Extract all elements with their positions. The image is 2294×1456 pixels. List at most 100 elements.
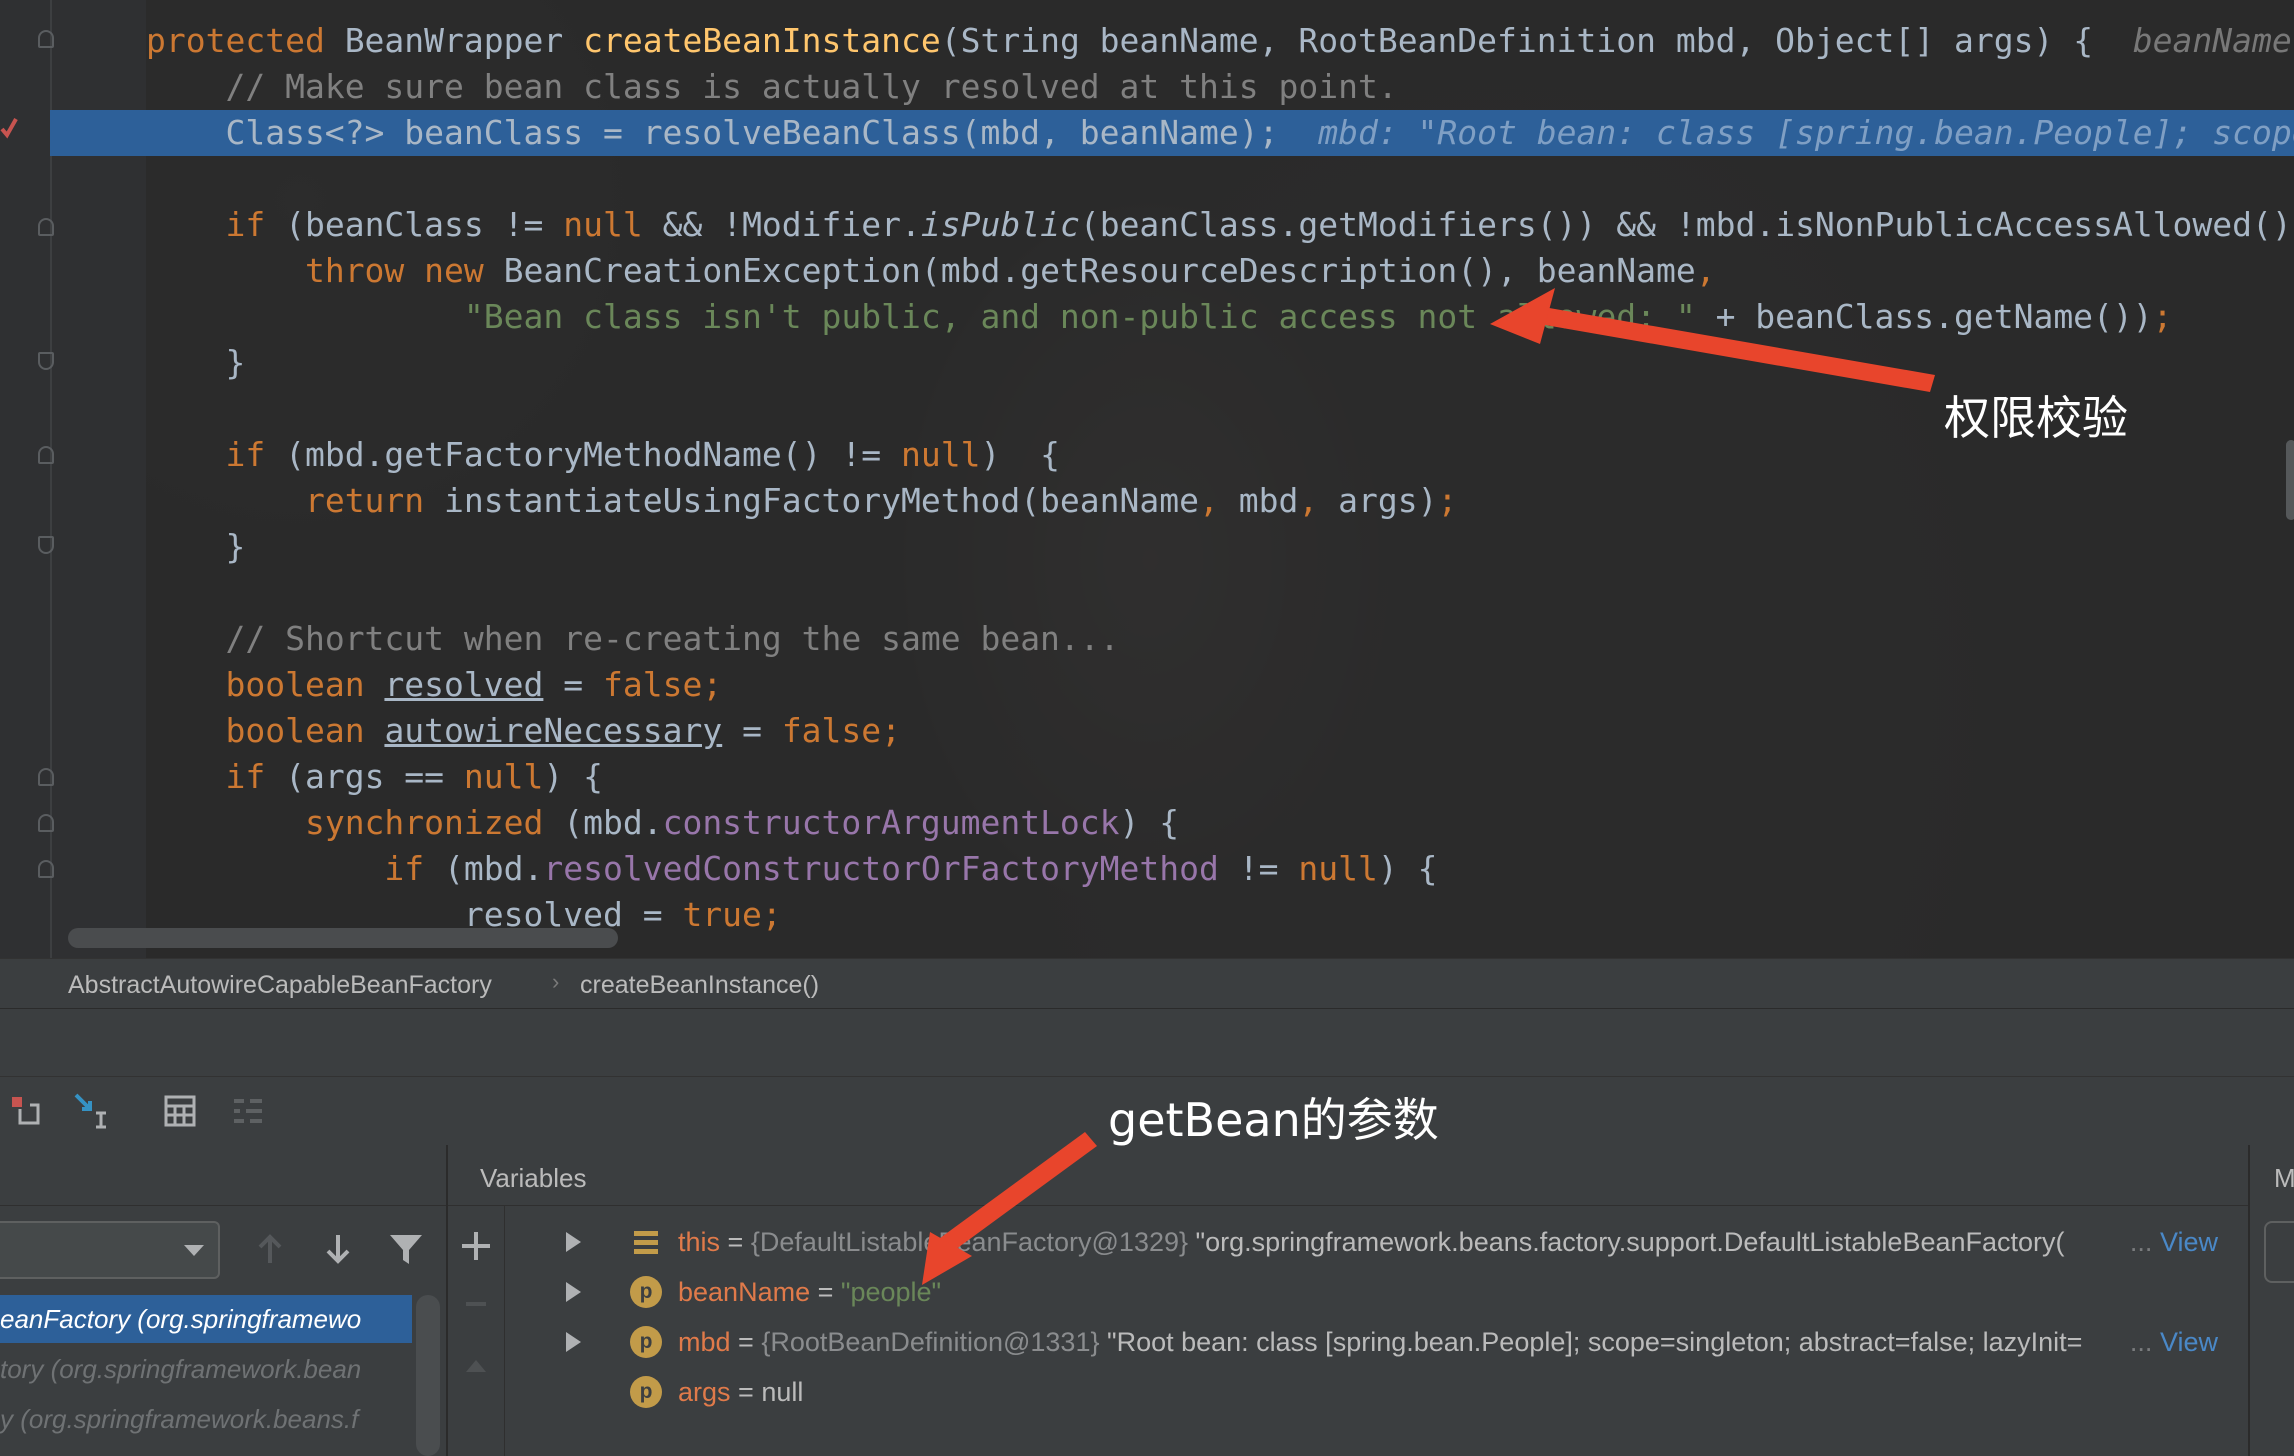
code-line[interactable]: if (beanClass != null && !Modifier.isPub… (146, 202, 2292, 248)
code-token: boolean (225, 711, 385, 750)
chevron-down-icon (184, 1245, 204, 1256)
code-token: (beanClass.getModifiers()) && !mbd.isNon… (1079, 205, 2292, 244)
annotation-permission-check: 权限校验 (1944, 391, 2128, 445)
equals-sign: = (720, 1227, 751, 1257)
expand-arrow-icon[interactable] (566, 1332, 581, 1352)
variable-name: args (678, 1377, 731, 1407)
add-watch-icon[interactable] (458, 1228, 494, 1264)
view-link[interactable]: ... View (2130, 1217, 2218, 1267)
expand-arrow-icon[interactable] (566, 1282, 581, 1302)
tool-window-header (0, 1008, 2294, 1077)
code-line[interactable]: if (mbd.resolvedConstructorOrFactoryMeth… (146, 846, 1437, 892)
filter-icon[interactable] (386, 1229, 426, 1269)
parameter-icon: p (630, 1376, 662, 1408)
frame-row[interactable]: y (org.springframework.beans.f (0, 1395, 412, 1443)
equals-sign: = (810, 1277, 841, 1307)
fold-marker-icon[interactable] (38, 30, 54, 48)
code-line[interactable]: throw new BeanCreationException(mbd.getR… (146, 248, 1716, 294)
frame-row[interactable]: eanFactory (org.springframewo (0, 1295, 412, 1343)
field-list-icon (634, 1231, 658, 1254)
frame-row[interactable]: tory (org.springframework.bean (0, 1345, 412, 1393)
current-execution-line[interactable]: Class<?> beanClass = resolveBeanClass(mb… (50, 110, 2294, 156)
code-line[interactable]: } (146, 524, 245, 570)
equals-sign: = (730, 1377, 762, 1407)
variable-row-args[interactable]: p args = null (506, 1367, 2246, 1417)
watch-search-input[interactable] (2264, 1221, 2294, 1283)
code-token: args) (1338, 481, 1438, 520)
breadcrumb-class[interactable]: AbstractAutowireCapableBeanFactory (68, 971, 492, 1000)
variable-value: "org.springframework.beans.factory.suppo… (1195, 1227, 2065, 1257)
evaluate-expression-icon[interactable] (160, 1091, 200, 1131)
code-token: if (384, 849, 445, 888)
trace-stream-icon[interactable] (228, 1091, 268, 1131)
code-token: (mbd.getFactoryMethodName() != (285, 435, 901, 474)
annotation-getbean-params: getBean的参数 (1108, 1093, 1439, 1147)
variable-row-beanName[interactable]: p beanName = "people" (506, 1267, 2246, 1317)
code-token: != (1218, 849, 1299, 888)
code-token: (mbd. (563, 803, 663, 842)
variable-row-this[interactable]: this = {DefaultListableBeanFactory@1329}… (506, 1217, 2246, 1267)
code-line[interactable]: boolean autowireNecessary = false; (146, 708, 901, 754)
remove-watch-icon[interactable] (462, 1290, 490, 1318)
code-token: + beanClass.getName()) (1715, 297, 2153, 336)
code-token: synchronized (304, 803, 564, 842)
code-line[interactable]: } (146, 340, 245, 386)
horizontal-scrollbar[interactable] (68, 928, 618, 948)
code-token: if (225, 435, 286, 474)
variable-type: {RootBeanDefinition@1331} (761, 1327, 1107, 1357)
code-token: autowireNecessary (384, 711, 723, 750)
fold-marker-icon[interactable] (38, 446, 54, 464)
breadcrumb-separator-icon: › (552, 969, 560, 994)
arrow-up-icon[interactable] (250, 1229, 290, 1269)
vertical-scrollbar[interactable] (2286, 440, 2294, 520)
breadcrumb-method[interactable]: createBeanInstance() (580, 971, 819, 1000)
code-token: (mbd. (444, 849, 544, 888)
variable-value: "people" (840, 1277, 942, 1307)
arrow-down-icon[interactable] (318, 1229, 358, 1269)
expand-arrow-icon[interactable] (566, 1232, 581, 1252)
code-token: = (722, 711, 782, 750)
code-token: mbd: "Root bean: class [spring.bean.Peop… (1318, 113, 2294, 152)
divider (448, 1205, 2248, 1206)
view-link[interactable]: ... View (2130, 1317, 2218, 1367)
code-line[interactable]: if (args == null) { (146, 754, 603, 800)
code-token: "Bean class isn't public, and non-public… (463, 297, 1716, 336)
code-line[interactable]: boolean resolved = false; (146, 662, 722, 708)
variable-row-mbd[interactable]: p mbd = {RootBeanDefinition@1331} "Root b… (506, 1317, 2246, 1367)
code-line[interactable]: // Shortcut when re-creating the same be… (146, 616, 1119, 662)
code-line[interactable]: if (mbd.getFactoryMethodName() != null) … (146, 432, 1059, 478)
code-line[interactable]: "Bean class isn't public, and non-public… (146, 294, 2173, 340)
fold-marker-icon[interactable] (38, 768, 54, 786)
parameter-icon: p (630, 1276, 662, 1308)
code-token: = (543, 665, 603, 704)
variable-value: "Root bean: class [spring.bean.People]; … (1106, 1327, 2083, 1357)
code-token: ; (2152, 297, 2173, 336)
code-editor[interactable]: protected BeanWrapper createBeanInstance… (0, 0, 2294, 958)
frames-scrollbar[interactable] (416, 1295, 440, 1456)
code-line[interactable]: return instantiateUsingFactoryMethod(bea… (146, 478, 1457, 524)
fold-marker-icon[interactable] (38, 860, 54, 878)
code-line[interactable]: protected BeanWrapper createBeanInstance… (146, 18, 2292, 64)
code-token: if (225, 205, 286, 244)
breakpoint-check-icon[interactable] (0, 115, 18, 141)
breadcrumb: AbstractAutowireCapableBeanFactory › cre… (0, 958, 2294, 1009)
code-token: false; (781, 711, 902, 750)
code-token: ; (1437, 481, 1458, 520)
frames-header (0, 1145, 446, 1206)
force-step-into-icon[interactable] (72, 1091, 112, 1131)
thread-selector[interactable] (0, 1221, 220, 1279)
fold-marker-icon[interactable] (38, 536, 54, 554)
code-line[interactable]: // Make sure bean class is actually reso… (146, 64, 1397, 110)
equals-sign: = (730, 1327, 762, 1357)
variables-panel: Variables this = {DefaultListableBeanFac… (448, 1145, 2248, 1456)
code-line[interactable]: synchronized (mbd.constructorArgumentLoc… (146, 800, 1179, 846)
fold-marker-icon[interactable] (38, 352, 54, 370)
fold-marker-icon[interactable] (38, 218, 54, 236)
move-up-icon[interactable] (462, 1352, 490, 1380)
fold-marker-icon[interactable] (38, 814, 54, 832)
drop-frame-icon[interactable] (6, 1091, 46, 1131)
